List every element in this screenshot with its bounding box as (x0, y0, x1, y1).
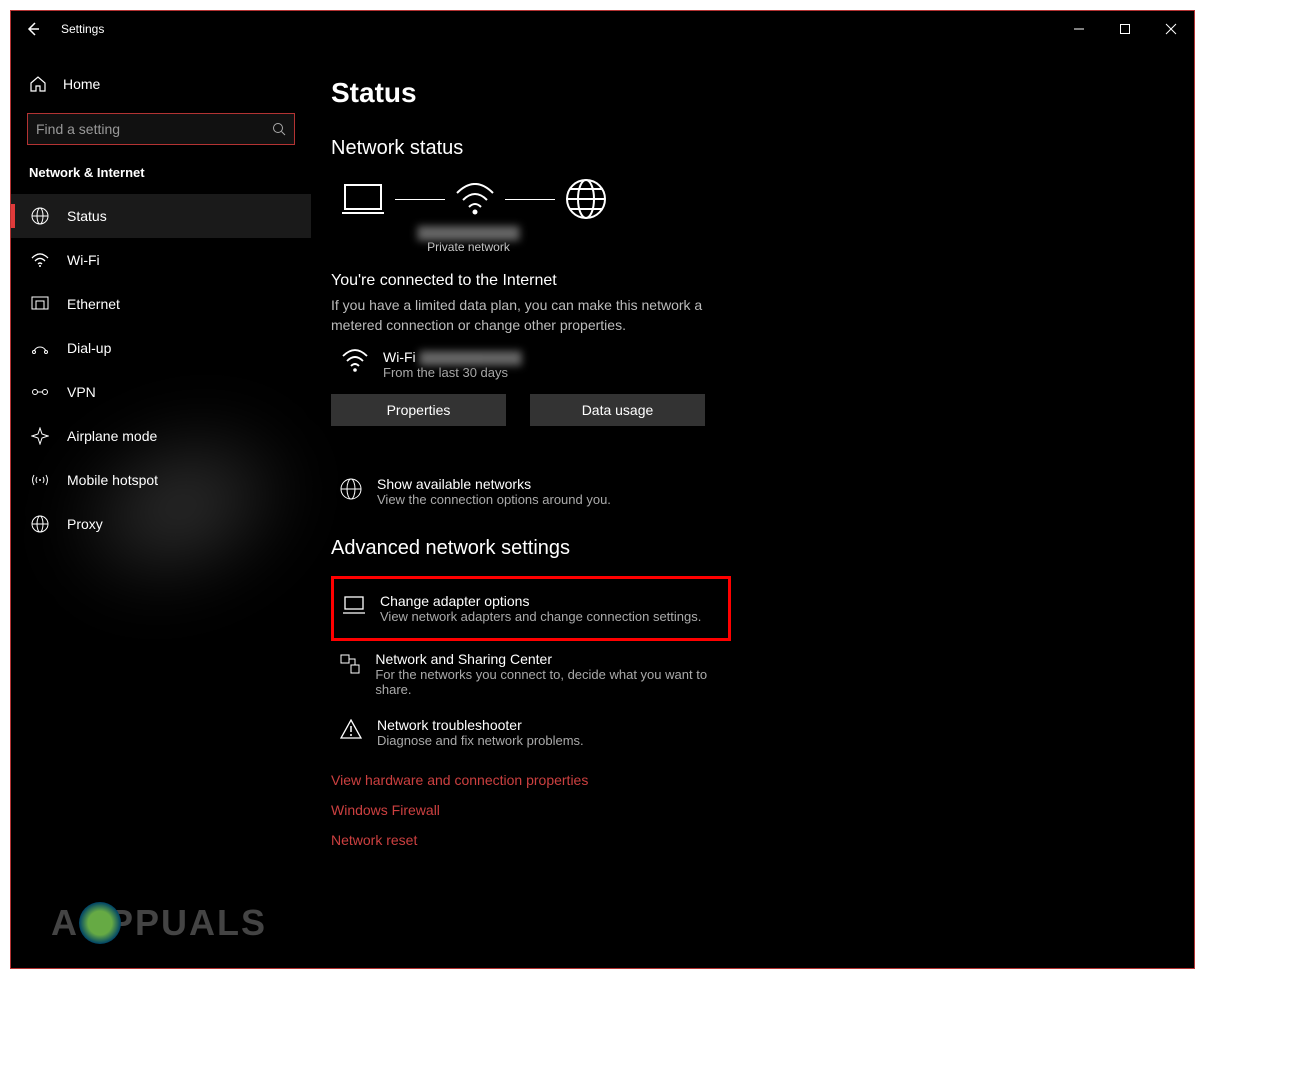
sidebar-item-label: Dial-up (67, 340, 111, 356)
option-desc: View the connection options around you. (377, 492, 611, 507)
minimize-icon (1073, 23, 1085, 35)
sidebar-item-airplane[interactable]: Airplane mode (11, 414, 311, 458)
hotspot-icon (29, 472, 51, 488)
connection-status-desc: If you have a limited data plan, you can… (331, 296, 711, 335)
show-available-networks[interactable]: Show available networks View the connect… (331, 466, 731, 517)
network-name-obscured: ████████████ (331, 226, 606, 240)
link-windows-firewall[interactable]: Windows Firewall (331, 802, 1194, 818)
sidebar-item-wifi[interactable]: Wi-Fi (11, 238, 311, 282)
sidebar-item-label: Proxy (67, 516, 103, 532)
change-adapter-options[interactable]: Change adapter options View network adap… (331, 576, 731, 641)
status-icon (29, 207, 51, 225)
properties-button[interactable]: Properties (331, 394, 506, 426)
titlebar: Settings (11, 11, 1194, 47)
window-controls (1056, 11, 1194, 47)
option-title: Network troubleshooter (377, 717, 584, 733)
search-icon (272, 122, 286, 136)
wifi-prefix: Wi-Fi (383, 349, 420, 365)
network-status-heading: Network status (331, 137, 1194, 160)
maximize-button[interactable] (1102, 11, 1148, 47)
diagram-line (395, 199, 445, 200)
search-box[interactable] (27, 113, 295, 145)
link-network-reset[interactable]: Network reset (331, 832, 1194, 848)
dialup-icon (29, 341, 51, 355)
page-title: Status (331, 77, 1194, 109)
network-troubleshooter[interactable]: Network troubleshooter Diagnose and fix … (331, 707, 731, 758)
link-hardware-properties[interactable]: View hardware and connection properties (331, 772, 1194, 788)
option-desc: Diagnose and fix network problems. (377, 733, 584, 748)
wifi-usage-row: Wi-Fi ████████████ From the last 30 days (331, 349, 1194, 380)
sidebar: Home Network & Internet Status Wi-Fi Eth… (11, 47, 311, 968)
wifi-name-obscured: ████████████ (420, 351, 522, 365)
sidebar-item-label: Wi-Fi (67, 252, 100, 268)
maximize-icon (1119, 23, 1131, 35)
sidebar-item-vpn[interactable]: VPN (11, 370, 311, 414)
airplane-icon (29, 427, 51, 445)
advanced-settings-heading: Advanced network settings (331, 537, 1194, 560)
warning-icon (337, 719, 365, 739)
option-desc: View network adapters and change connect… (380, 609, 701, 624)
sidebar-item-ethernet[interactable]: Ethernet (11, 282, 311, 326)
adapter-icon (340, 595, 368, 615)
watermark: A PPUALS (51, 902, 267, 944)
proxy-icon (29, 515, 51, 533)
sidebar-item-dialup[interactable]: Dial-up (11, 326, 311, 370)
home-icon (29, 75, 47, 93)
arrow-left-icon (25, 21, 41, 37)
search-input[interactable] (36, 121, 272, 137)
back-button[interactable] (11, 11, 55, 47)
computer-icon (341, 181, 385, 217)
category-label: Network & Internet (11, 163, 311, 194)
sidebar-item-label: Status (67, 208, 107, 224)
sidebar-item-label: Mobile hotspot (67, 472, 158, 488)
option-title: Show available networks (377, 476, 611, 492)
vpn-icon (29, 385, 51, 399)
wifi-timerange: From the last 30 days (383, 365, 522, 380)
wifi-icon (341, 349, 369, 373)
network-type-label: Private network (331, 240, 606, 254)
connection-status-heading: You're connected to the Internet (331, 272, 1194, 290)
settings-window: Settings Home Network & Internet Status (10, 10, 1195, 969)
window-title: Settings (55, 22, 104, 36)
network-sharing-center[interactable]: Network and Sharing Center For the netwo… (331, 641, 731, 707)
sidebar-item-proxy[interactable]: Proxy (11, 502, 311, 546)
option-title: Change adapter options (380, 593, 701, 609)
sidebar-item-status[interactable]: Status (11, 194, 311, 238)
home-label: Home (63, 76, 100, 92)
sidebar-item-label: Airplane mode (67, 428, 157, 444)
option-desc: For the networks you connect to, decide … (375, 667, 725, 697)
close-icon (1165, 23, 1177, 35)
sidebar-item-hotspot[interactable]: Mobile hotspot (11, 458, 311, 502)
content-area: Status Network status ████████████ Priva… (311, 47, 1194, 968)
wifi-name-row: Wi-Fi ████████████ (383, 349, 522, 365)
watermark-avatar-icon (79, 902, 121, 944)
globe-icon (337, 478, 365, 500)
home-button[interactable]: Home (11, 65, 311, 107)
ethernet-icon (29, 296, 51, 312)
minimize-button[interactable] (1056, 11, 1102, 47)
sidebar-item-label: Ethernet (67, 296, 120, 312)
close-button[interactable] (1148, 11, 1194, 47)
sharing-icon (337, 653, 363, 675)
diagram-line (505, 199, 555, 200)
wifi-icon (455, 183, 495, 215)
globe-icon (565, 178, 607, 220)
data-usage-button[interactable]: Data usage (530, 394, 705, 426)
option-title: Network and Sharing Center (375, 651, 725, 667)
wifi-icon (29, 253, 51, 267)
watermark-text: PPUALS (109, 902, 267, 944)
sidebar-item-label: VPN (67, 384, 96, 400)
network-diagram (331, 178, 1194, 220)
